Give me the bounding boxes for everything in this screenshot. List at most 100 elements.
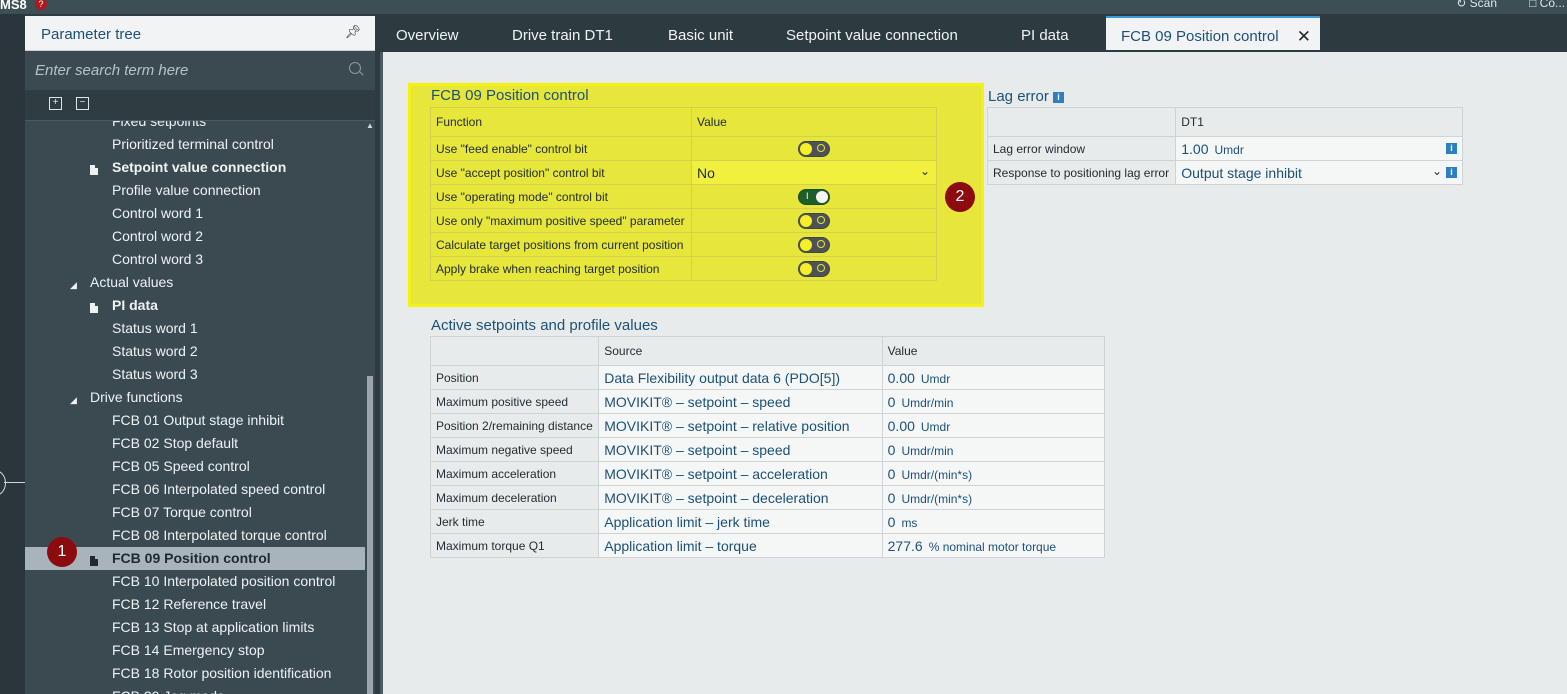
notification-badge[interactable]: ? (35, 0, 47, 10)
active-col-value: Value (881, 336, 1106, 366)
tree-item[interactable]: FCB 18 Rotor position identification (112, 662, 331, 685)
tree-item[interactable]: FCB 06 Interpolated speed control (112, 478, 325, 501)
tree-item-label: FCB 14 Emergency stop (112, 642, 265, 658)
toggle-switch[interactable] (797, 260, 830, 277)
tree-item[interactable]: FCB 05 Speed control (112, 455, 250, 478)
tree-item[interactable]: FCB 14 Emergency stop (112, 639, 265, 662)
collapse-all-icon[interactable]: − (76, 97, 89, 110)
expand-triangle-icon[interactable]: ◢ (70, 274, 77, 297)
toggle-knob (815, 190, 828, 203)
tree-item[interactable]: FCB 07 Torque control (112, 501, 252, 524)
toggle-switch[interactable] (797, 236, 830, 253)
tree-item[interactable]: FCB 20 Jog mode (112, 685, 225, 694)
tree-item[interactable]: Control word 1 (112, 202, 203, 225)
tree-item[interactable]: FCB 02 Stop default (112, 432, 238, 455)
tree-item[interactable]: Status word 2 (112, 340, 198, 363)
expand-all-icon[interactable]: + (49, 97, 62, 110)
tree-scrollbar[interactable]: ▲ (365, 121, 375, 694)
scrollbar-thumb[interactable] (367, 376, 373, 694)
active-source[interactable]: MOVIKIT® – setpoint – relative position (604, 418, 849, 434)
toggle-switch[interactable] (797, 212, 830, 229)
tab-fcb-09-position-control[interactable]: FCB 09 Position control ✕ (1106, 16, 1320, 50)
tree-item[interactable]: Prioritized terminal control (112, 133, 274, 156)
tree-item[interactable]: FCB 08 Interpolated torque control (112, 524, 327, 547)
tab-overview[interactable]: Overview (396, 16, 459, 50)
tab-setpoint-value-connection[interactable]: Setpoint value connection (786, 16, 958, 50)
active-source[interactable]: Data Flexibility output data 6 (PDO[5]) (604, 370, 840, 386)
tree-item-label: Status word 2 (112, 343, 198, 359)
off-indicator-icon (816, 263, 825, 272)
tree-item[interactable]: FCB 13 Stop at application limits (112, 616, 314, 639)
tab-basic-unit[interactable]: Basic unit (668, 16, 733, 50)
active-source-cell: MOVIKIT® – setpoint – acceleration (598, 461, 883, 486)
document-icon (90, 303, 98, 313)
info-icon[interactable]: i (1446, 143, 1457, 154)
tree-item-label: Control word 2 (112, 228, 204, 244)
active-source[interactable]: Application limit – torque (604, 538, 757, 554)
toggle-switch[interactable]: I (797, 188, 830, 205)
tree-item[interactable]: FCB 10 Interpolated position control (112, 570, 335, 593)
active-source-cell: Application limit – torque (598, 533, 883, 558)
tab-pi-data[interactable]: PI data (1021, 16, 1069, 50)
active-value: 0 (887, 441, 896, 458)
tree-item[interactable]: ◢ Drive functions (70, 386, 183, 409)
tree-item[interactable]: ◢ Actual values (70, 271, 173, 294)
active-name: Maximum acceleration (429, 461, 600, 486)
tree-item-label: Status word 1 (112, 320, 198, 336)
tree-item[interactable]: Setpoint value connection (90, 156, 286, 179)
tree-item[interactable]: FCB 12 Reference travel (112, 593, 266, 616)
active-source-cell: MOVIKIT® – setpoint – relative position (598, 413, 883, 438)
search-bar (25, 51, 375, 89)
active-unit: Umdr (920, 371, 951, 386)
lag-window-unit: Umdr (1214, 142, 1244, 157)
active-source[interactable]: MOVIKIT® – setpoint – speed (604, 442, 790, 458)
active-value: 0 (887, 393, 896, 410)
tab-drive-train-dt1[interactable]: Drive train DT1 (512, 16, 613, 50)
lag-window-value[interactable]: 1.00 (1181, 141, 1208, 157)
active-header-row: Source Value (429, 336, 1106, 366)
active-source[interactable]: MOVIKIT® – setpoint – speed (604, 394, 790, 410)
toggle-switch[interactable] (797, 140, 830, 157)
search-icon[interactable] (349, 62, 361, 74)
lag-response-dropdown[interactable]: Output stage inhibit ⌄ i (1175, 160, 1463, 185)
chevron-down-icon[interactable]: ⌄ (1432, 164, 1442, 178)
connect-button[interactable]: □ Co... (1529, 0, 1565, 10)
active-source[interactable]: MOVIKIT® – setpoint – deceleration (604, 490, 828, 506)
pin-icon[interactable]: 📌︎ (344, 24, 361, 40)
on-indicator-icon: I (805, 190, 809, 201)
close-tab-icon[interactable]: ✕ (1297, 18, 1311, 56)
fcb-value-cell (690, 208, 938, 233)
accept-position-dropdown[interactable]: No ⌄ (690, 160, 938, 185)
active-unit: Umdr/min (901, 443, 954, 458)
tree-item[interactable]: Profile value connection (112, 179, 261, 202)
active-source[interactable]: Application limit – jerk time (604, 514, 770, 530)
lag-window-cell[interactable]: 1.00 Umdr i (1175, 136, 1463, 161)
lag-error-title-text: Lag error (988, 88, 1049, 105)
scan-label: Scan (1469, 0, 1497, 10)
tree-item[interactable]: Control word 2 (112, 225, 203, 248)
tree-item[interactable]: Status word 3 (112, 363, 198, 386)
off-indicator-icon (816, 143, 825, 152)
info-icon[interactable]: i (1053, 91, 1065, 103)
fcb-value-cell (690, 232, 938, 257)
info-icon[interactable]: i (1446, 167, 1457, 178)
active-source[interactable]: MOVIKIT® – setpoint – acceleration (604, 466, 828, 482)
parameter-tree-title: Parameter tree (41, 26, 142, 43)
marker-2: 2 (945, 182, 975, 212)
active-row: Maximum negative speed MOVIKIT® – setpoin… (429, 437, 1106, 462)
tree-item[interactable]: FCB 01 Output stage inhibit (112, 409, 284, 432)
tree-item[interactable]: Control word 3 (112, 248, 203, 271)
tree-item-label: PI data (112, 297, 158, 313)
scroll-up-icon[interactable]: ▲ (366, 121, 374, 130)
tree-item[interactable]: Status word 1 (112, 317, 198, 340)
chevron-down-icon[interactable]: ⌄ (920, 164, 930, 178)
tree-item[interactable]: PI data (90, 294, 158, 317)
active-name: Maximum positive speed (429, 389, 600, 414)
fcb-function-label: Use "feed enable" control bit (430, 136, 692, 161)
expand-triangle-icon[interactable]: ◢ (70, 389, 77, 412)
tree-item-label: FCB 02 Stop default (112, 435, 239, 451)
fcb-function-label: Apply brake when reaching target positio… (430, 256, 692, 281)
scan-button[interactable]: ↻ Scan (1456, 0, 1497, 10)
search-input[interactable] (33, 55, 337, 85)
tree-item[interactable]: Fixed setpoints (112, 121, 206, 133)
